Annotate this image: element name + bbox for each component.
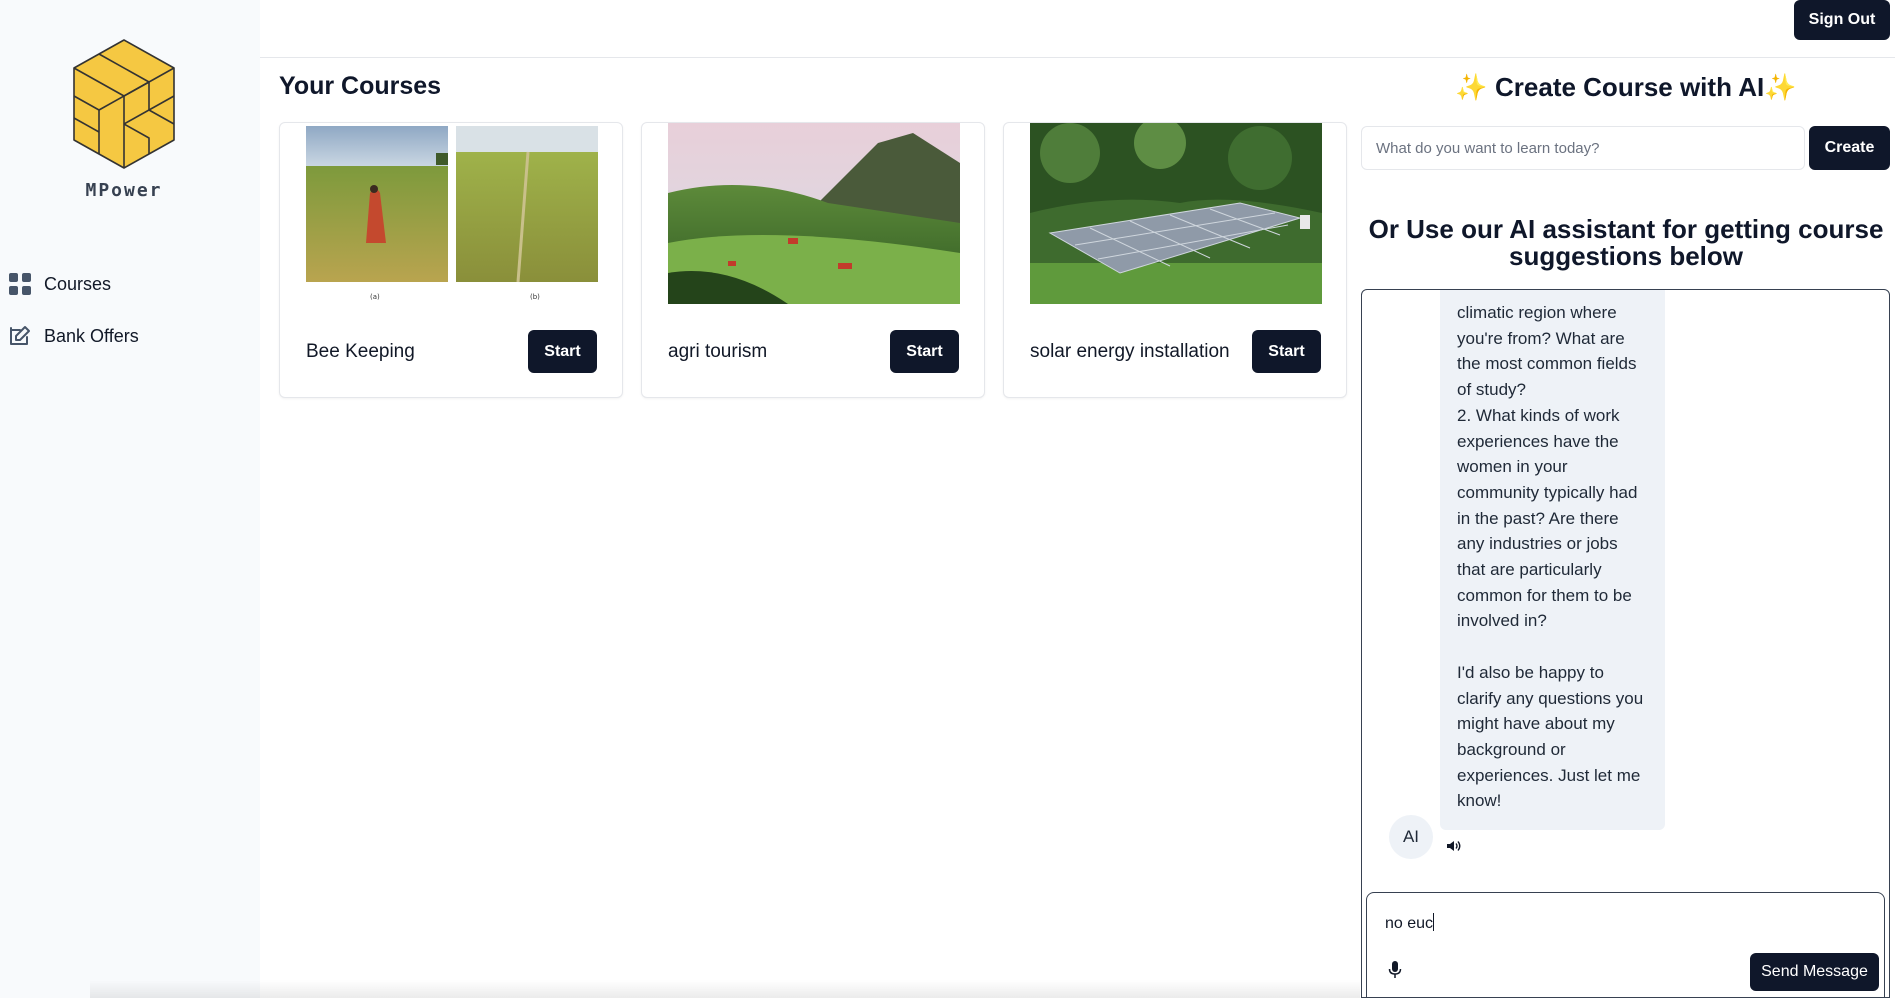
create-course-title: ✨ Create Course with AI✨ [1455, 72, 1797, 102]
course-image [1030, 123, 1322, 304]
start-button[interactable]: Start [1252, 330, 1321, 373]
sidebar-item-bank-offers[interactable]: Bank Offers [8, 324, 139, 348]
start-button[interactable]: Start [528, 330, 597, 373]
start-button[interactable]: Start [890, 330, 959, 373]
course-title: solar energy installation [1030, 341, 1230, 362]
sidebar: MPower Courses Bank Offers [0, 0, 260, 998]
assistant-heading: Or Use our AI assistant for getting cour… [1368, 214, 1884, 271]
sign-out-button[interactable]: Sign Out [1794, 0, 1890, 40]
course-title: agri tourism [668, 341, 768, 362]
learn-topic-input[interactable] [1361, 126, 1805, 170]
send-message-button[interactable]: Send Message [1750, 953, 1879, 991]
course-title: Bee Keeping [306, 341, 415, 362]
speaker-icon[interactable] [1446, 838, 1462, 854]
image-caption-b: (b) [530, 293, 540, 301]
brand-name: MPower [85, 180, 163, 201]
course-card-agri-tourism: agri tourism Start [641, 122, 985, 398]
header-divider [260, 57, 1895, 58]
page-title: Your Courses [279, 72, 442, 100]
bottom-shadow [90, 980, 1360, 998]
grid-icon [9, 273, 31, 295]
message-composer[interactable]: no euc Send Message [1366, 892, 1885, 998]
sidebar-item-label: Courses [44, 273, 112, 294]
course-image: (a) (b) [306, 123, 598, 304]
mpower-logo-icon [73, 39, 175, 169]
sidebar-item-courses[interactable]: Courses [8, 272, 111, 296]
image-caption-a: (a) [370, 293, 380, 301]
sidebar-item-label: Bank Offers [44, 325, 139, 346]
course-card-solar-energy: solar energy installation Start [1003, 122, 1347, 398]
edit-icon [10, 326, 30, 345]
course-card-bee-keeping: (a) (b) Bee Keeping Start [279, 122, 623, 398]
ai-message-bubble: climatic region where you're from? What … [1440, 290, 1665, 831]
ai-avatar: AI [1389, 815, 1433, 859]
create-button[interactable]: Create [1809, 126, 1890, 170]
message-input[interactable]: no euc [1385, 913, 1435, 933]
course-image [668, 123, 960, 304]
microphone-icon[interactable] [1387, 960, 1403, 980]
